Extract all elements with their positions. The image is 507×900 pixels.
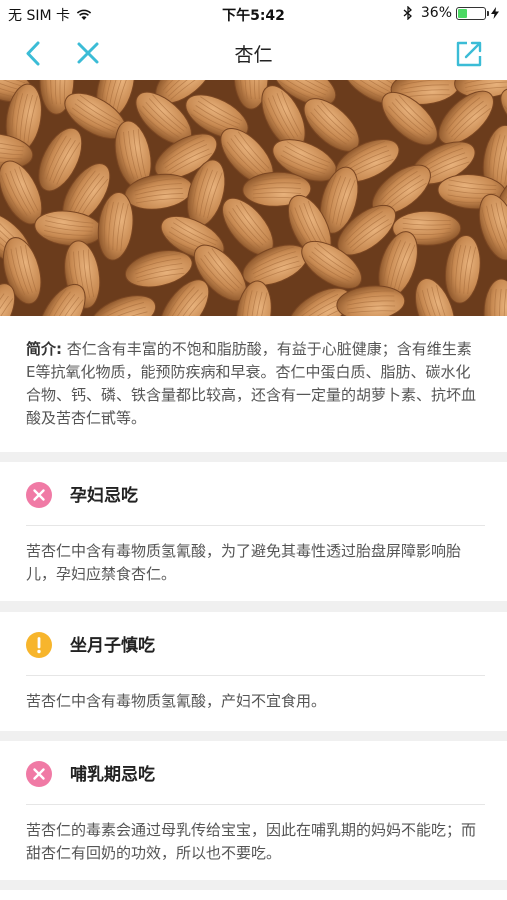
card-text: 苦杏仁中含有毒物质氢氰酸，为了避免其毒性透过胎盘屏障影响胎儿，孕妇应禁食杏仁。 — [26, 542, 462, 583]
battery-percent: 36% — [420, 5, 452, 21]
card-title: 哺乳期忌吃 — [70, 765, 155, 785]
lactation-card: 哺乳期忌吃 苦杏仁的毒素会通过母乳传给宝宝，因此在哺乳期的妈妈不能吃；而甜杏仁有… — [0, 741, 507, 880]
battery-icon — [456, 6, 489, 20]
card-title: 坐月子慎吃 — [70, 636, 155, 656]
page-title: 杏仁 — [234, 44, 273, 66]
card-header: 哺乳期忌吃 — [0, 741, 507, 805]
intro-text: 杏仁含有丰富的不饱和脂肪酸，有益于心脏健康；含有维生素E等抗氧化物质，能预防疾病… — [26, 340, 477, 427]
postpartum-card: 坐月子慎吃 苦杏仁中含有毒物质氢氰酸，产妇不宜食用。 — [0, 612, 507, 731]
status-right: 36% — [403, 5, 499, 21]
divider — [26, 525, 485, 526]
exclamation-icon — [26, 632, 52, 658]
cross-icon — [26, 482, 52, 508]
intro-label: 简介: — [26, 340, 62, 358]
pregnancy-card: 孕妇忌吃 苦杏仁中含有毒物质氢氰酸，为了避免其毒性透过胎盘屏障影响胎儿，孕妇应禁… — [0, 462, 507, 601]
intro-section: 简介: 杏仁含有丰富的不饱和脂肪酸，有益于心脏健康；含有维生素E等抗氧化物质，能… — [0, 316, 507, 452]
card-header: 坐月子慎吃 — [0, 612, 507, 676]
card-header: 孕妇忌吃 — [0, 462, 507, 526]
divider — [26, 675, 485, 676]
card-title: 孕妇忌吃 — [70, 486, 138, 506]
charging-icon — [491, 7, 499, 19]
card-text: 苦杏仁中含有毒物质氢氰酸，产妇不宜食用。 — [26, 692, 327, 710]
status-bar: 无 SIM 卡 下午5:42 36% — [0, 0, 507, 28]
divider — [26, 804, 485, 805]
next-card-edge — [0, 890, 507, 900]
share-button[interactable] — [453, 38, 485, 70]
navigation-bar: 杏仁 — [0, 28, 507, 80]
card-text: 苦杏仁的毒素会通过母乳传给宝宝，因此在哺乳期的妈妈不能吃；而甜杏仁有回奶的功效，… — [26, 821, 477, 862]
almond-photo — [0, 80, 507, 316]
share-icon — [456, 41, 482, 67]
battery-level-fill — [458, 8, 468, 18]
bluetooth-icon — [403, 5, 413, 21]
almond-illustration — [0, 80, 507, 316]
cross-icon — [26, 761, 52, 787]
